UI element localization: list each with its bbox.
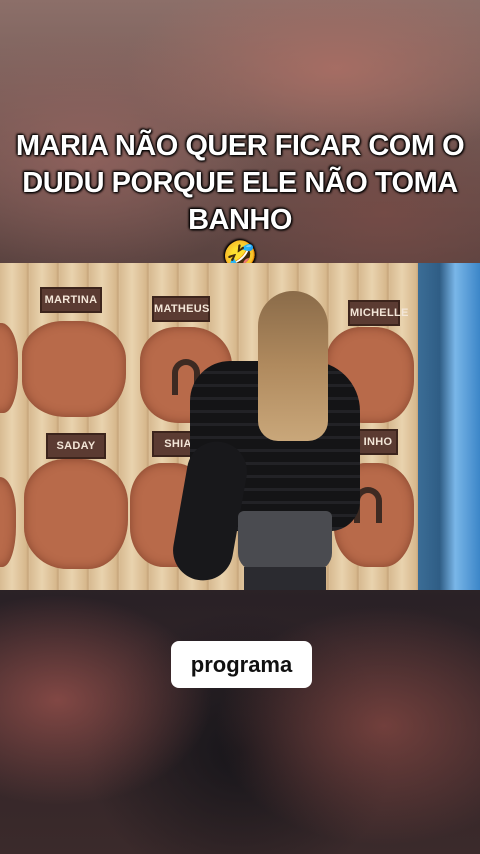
- hair: [258, 291, 328, 441]
- video-frame[interactable]: MARTINA MATHEUS MICHELLE SADAY SHIA INHO: [0, 263, 480, 590]
- name-plate: SADAY: [46, 433, 106, 459]
- leather-hide: [24, 459, 128, 569]
- arm: [168, 436, 252, 586]
- leather-hide: [22, 321, 126, 417]
- blue-door: [418, 263, 480, 590]
- name-plate: MARTINA: [40, 287, 102, 313]
- shorts: [238, 511, 332, 571]
- woman-figure: [168, 291, 370, 590]
- video-caption: MARIA NÃO QUER FICAR COM O DUDU PORQUE E…: [0, 128, 480, 273]
- caption-text: MARIA NÃO QUER FICAR COM O DUDU PORQUE E…: [15, 130, 465, 236]
- legs: [244, 567, 326, 590]
- subtitle-chip: programa: [171, 641, 312, 688]
